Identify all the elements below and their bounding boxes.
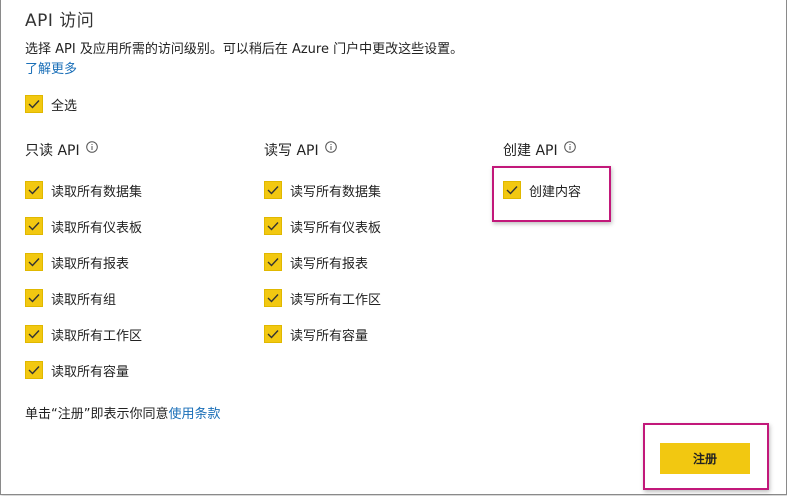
checkbox-read-all-workspaces[interactable]: 读取所有工作区 xyxy=(25,324,142,344)
checkmark-icon xyxy=(25,325,43,343)
panel-title: API 访问 xyxy=(25,11,95,31)
checkbox-read-all-dashboards[interactable]: 读取所有仪表板 xyxy=(25,216,142,236)
terms-of-use-link[interactable]: 使用条款 xyxy=(168,407,220,422)
register-button[interactable]: 注册 xyxy=(660,443,750,474)
terms-notice: 单击“注册”即表示你同意使用条款 xyxy=(25,403,221,422)
read-only-api-heading-text: 只读 API xyxy=(25,143,80,159)
select-all-label: 全选 xyxy=(51,98,78,114)
info-icon[interactable] xyxy=(85,141,98,153)
checkbox-readwrite-all-dashboards[interactable]: 读写所有仪表板 xyxy=(264,216,381,236)
checkmark-icon xyxy=(25,361,43,379)
checkbox-readwrite-all-capacities[interactable]: 读写所有容量 xyxy=(264,324,368,344)
api-access-panel: API 访问 选择 API 及应用所需的访问级别。可以稍后在 Azure 门户中… xyxy=(0,0,787,495)
checkmark-icon xyxy=(25,181,43,199)
checkmark-icon xyxy=(264,181,282,199)
checkbox-label: 读取所有工作区 xyxy=(51,328,143,344)
read-write-api-heading: 读写 API xyxy=(264,140,337,160)
learn-more-link[interactable]: 了解更多 xyxy=(25,58,77,77)
terms-prefix: 单击“注册”即表示你同意 xyxy=(25,407,169,422)
checkbox-label: 读写所有报表 xyxy=(290,256,369,272)
checkbox-label: 读写所有工作区 xyxy=(290,292,382,308)
checkbox-readwrite-all-workspaces[interactable]: 读写所有工作区 xyxy=(264,288,381,308)
checkbox-readwrite-all-datasets[interactable]: 读写所有数据集 xyxy=(264,180,381,200)
checkmark-icon xyxy=(264,325,282,343)
checkbox-read-all-reports[interactable]: 读取所有报表 xyxy=(25,252,129,272)
info-icon[interactable] xyxy=(563,141,576,153)
checkbox-label: 读取所有报表 xyxy=(51,256,130,272)
checkbox-read-all-capacities[interactable]: 读取所有容量 xyxy=(25,360,129,380)
create-content-highlight xyxy=(492,166,611,222)
checkbox-label: 读取所有组 xyxy=(51,292,117,308)
checkbox-label: 读写所有仪表板 xyxy=(290,220,382,236)
checkmark-icon xyxy=(264,289,282,307)
checkmark-icon xyxy=(25,217,43,235)
checkmark-icon xyxy=(264,253,282,271)
read-only-api-heading: 只读 API xyxy=(25,140,98,160)
checkmark-icon xyxy=(25,95,43,113)
checkmark-icon xyxy=(25,253,43,271)
checkbox-label: 读取所有容量 xyxy=(51,364,130,380)
checkbox-label: 读写所有数据集 xyxy=(290,184,382,200)
read-write-api-heading-text: 读写 API xyxy=(264,143,319,159)
info-icon[interactable] xyxy=(324,141,337,153)
create-api-heading: 创建 API xyxy=(503,140,576,160)
checkbox-read-all-datasets[interactable]: 读取所有数据集 xyxy=(25,180,142,200)
select-all-checkbox[interactable]: 全选 xyxy=(25,94,77,114)
panel-description: 选择 API 及应用所需的访问级别。可以稍后在 Azure 门户中更改这些设置。 xyxy=(25,42,464,57)
checkbox-readwrite-all-reports[interactable]: 读写所有报表 xyxy=(264,252,368,272)
checkbox-read-all-groups[interactable]: 读取所有组 xyxy=(25,288,116,308)
checkbox-label: 读取所有数据集 xyxy=(51,184,143,200)
create-api-heading-text: 创建 API xyxy=(503,143,558,159)
checkmark-icon xyxy=(264,217,282,235)
checkbox-label: 读写所有容量 xyxy=(290,328,369,344)
checkmark-icon xyxy=(25,289,43,307)
checkbox-label: 读取所有仪表板 xyxy=(51,220,143,236)
